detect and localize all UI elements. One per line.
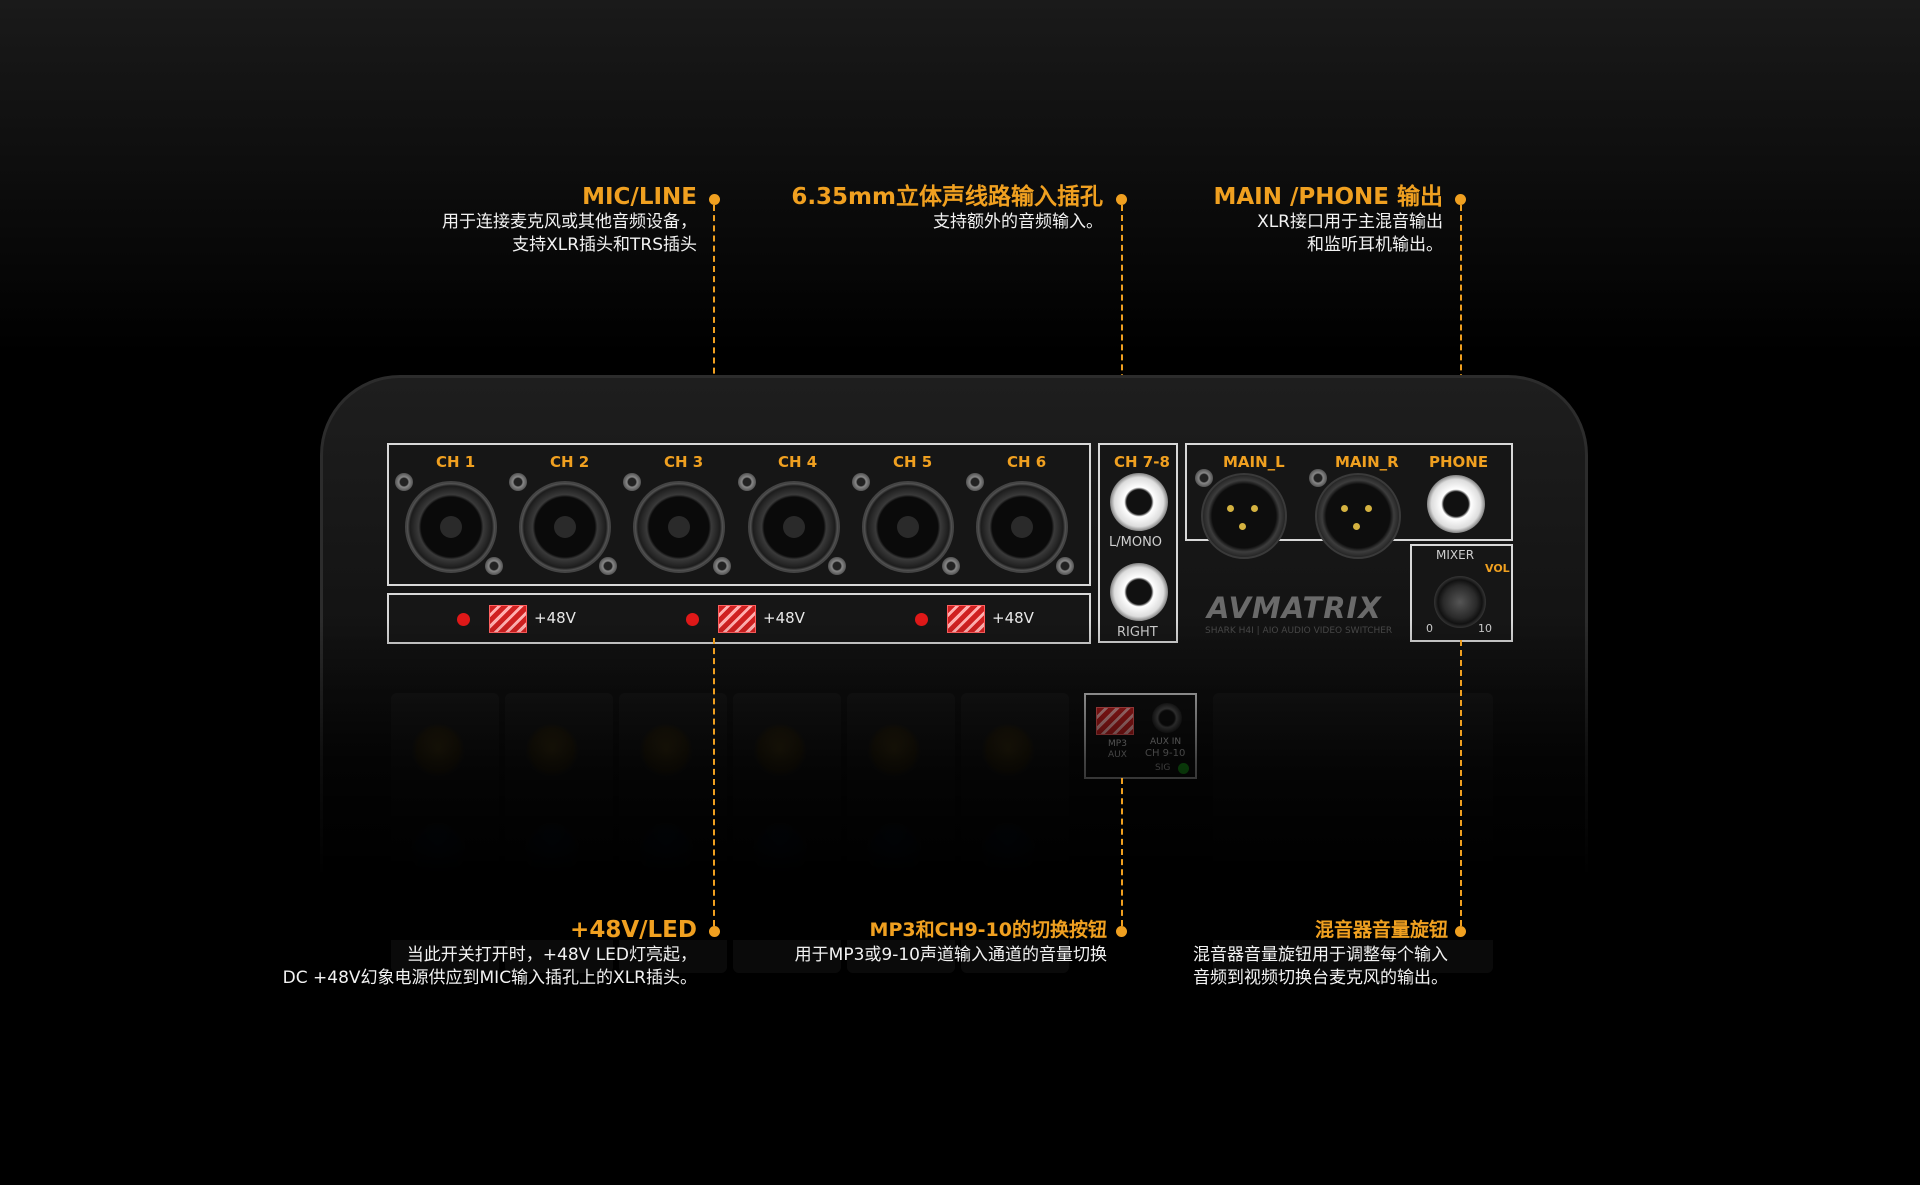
phantom-led bbox=[457, 613, 470, 626]
stereo-channel-label: CH 7-8 bbox=[1114, 453, 1170, 471]
channel-label: CH 3 bbox=[664, 453, 704, 471]
channel-label: CH 2 bbox=[550, 453, 590, 471]
left-mono-label: L/MONO bbox=[1109, 535, 1163, 550]
main-r-xlr-jack[interactable] bbox=[1315, 473, 1401, 559]
callout-dot bbox=[709, 194, 720, 205]
combo-input-jack[interactable] bbox=[519, 481, 611, 573]
aux-switch-panel: MP3 AUX AUX IN CH 9-10 SIG bbox=[1084, 693, 1197, 779]
mixer-label: MIXER bbox=[1436, 548, 1475, 562]
callout-title: MAIN /PHONE 输出 bbox=[1213, 184, 1443, 210]
vol-label: VOL bbox=[1485, 562, 1510, 575]
leader-line bbox=[713, 638, 715, 926]
phantom-label: +48V bbox=[534, 609, 576, 627]
callout-dot bbox=[709, 926, 720, 937]
main-r-label: MAIN_R bbox=[1335, 453, 1399, 471]
max-label: 10 bbox=[1478, 622, 1492, 635]
callout-desc: 用于MP3或9-10声道输入通道的音量切换 bbox=[794, 945, 1107, 965]
min-label: 0 bbox=[1426, 622, 1433, 635]
callout-stereo-input: 6.35mm立体声线路输入插孔 支持额外的音频输入。 bbox=[791, 183, 1103, 234]
leader-line bbox=[1121, 778, 1123, 926]
callout-desc: 当此开关打开时，+48V LED灯亮起， bbox=[406, 945, 697, 965]
callout-desc: 混音器音量旋钮用于调整每个输入 bbox=[1193, 945, 1448, 965]
callout-dot bbox=[1116, 926, 1127, 937]
main-l-xlr-jack[interactable] bbox=[1201, 473, 1287, 559]
phone-jack[interactable] bbox=[1427, 475, 1485, 533]
channel-label: CH 6 bbox=[1007, 453, 1047, 471]
callout-desc: 支持XLR插头和TRS插头 bbox=[512, 235, 697, 255]
screw-icon bbox=[942, 557, 960, 575]
screw-icon bbox=[509, 473, 527, 491]
callout-main-phone: MAIN /PHONE 输出 XLR接口用于主混音输出 和监听耳机输出。 bbox=[1213, 183, 1443, 257]
callout-dot bbox=[1455, 194, 1466, 205]
combo-input-jack[interactable] bbox=[633, 481, 725, 573]
phantom-led bbox=[915, 613, 928, 626]
phantom-power-panel: +48V +48V +48V bbox=[387, 593, 1091, 644]
mp3-aux-switch[interactable] bbox=[1096, 707, 1134, 735]
mixer-volume-knob[interactable] bbox=[1434, 576, 1486, 628]
callout-desc: XLR接口用于主混音输出 bbox=[1257, 212, 1443, 232]
right-label: RIGHT bbox=[1117, 625, 1158, 640]
callout-mic-line: MIC/LINE 用于连接麦克风或其他音频设备， 支持XLR插头和TRS插头 bbox=[442, 183, 697, 257]
mixer-device: CH 1 CH 2 CH 3 CH 4 CH 5 CH 6 +48V +48V bbox=[320, 375, 1588, 973]
screw-icon bbox=[738, 473, 756, 491]
combo-input-jack[interactable] bbox=[976, 481, 1068, 573]
output-panel: MAIN_L MAIN_R PHONE bbox=[1185, 443, 1513, 559]
combo-input-jack[interactable] bbox=[405, 481, 497, 573]
stereo-right-jack[interactable] bbox=[1110, 563, 1168, 621]
screw-icon bbox=[599, 557, 617, 575]
aux-label: AUX bbox=[1108, 750, 1127, 760]
screw-icon bbox=[1309, 469, 1327, 487]
callout-title: MIC/LINE bbox=[582, 184, 697, 210]
screw-icon bbox=[485, 557, 503, 575]
screw-icon bbox=[395, 473, 413, 491]
callout-mixer-volume: 混音器音量旋钮 混音器音量旋钮用于调整每个输入 音频到视频切换台麦克风的输出。 bbox=[1193, 916, 1448, 990]
phantom-switch[interactable] bbox=[718, 605, 756, 633]
mp3-label: MP3 bbox=[1108, 739, 1127, 749]
channel-label: CH 4 bbox=[778, 453, 818, 471]
callout-desc: 音频到视频切换台麦克风的输出。 bbox=[1193, 968, 1448, 988]
callout-title: 混音器音量旋钮 bbox=[1314, 919, 1448, 941]
callout-dot bbox=[1116, 194, 1127, 205]
screw-icon bbox=[852, 473, 870, 491]
phone-label: PHONE bbox=[1429, 453, 1489, 471]
callout-desc: 支持额外的音频输入。 bbox=[933, 212, 1103, 232]
channel-label: CH 1 bbox=[436, 453, 476, 471]
callout-desc: DC +48V幻象电源供应到MIC输入插孔上的XLR插头。 bbox=[282, 968, 697, 988]
model-label: SHARK H4I | AIO AUDIO VIDEO SWITCHER bbox=[1205, 626, 1393, 636]
phantom-label: +48V bbox=[992, 609, 1034, 627]
screw-icon bbox=[1056, 557, 1074, 575]
combo-input-jack[interactable] bbox=[748, 481, 840, 573]
sig-led bbox=[1178, 763, 1189, 774]
callout-title: +48V/LED bbox=[570, 917, 697, 943]
callout-phantom: +48V/LED 当此开关打开时，+48V LED灯亮起， DC +48V幻象电… bbox=[283, 916, 697, 990]
phantom-label: +48V bbox=[763, 609, 805, 627]
screw-icon bbox=[623, 473, 641, 491]
mic-input-panel: CH 1 CH 2 CH 3 CH 4 CH 5 CH 6 bbox=[387, 443, 1091, 586]
ch9-10-label: CH 9-10 bbox=[1145, 748, 1186, 759]
sig-label: SIG bbox=[1155, 763, 1171, 773]
brand-logo: AVMATRIX bbox=[1207, 591, 1382, 625]
screw-icon bbox=[713, 557, 731, 575]
callout-desc: 用于连接麦克风或其他音频设备， bbox=[442, 212, 697, 232]
stereo-input-panel: CH 7-8 L/MONO RIGHT bbox=[1098, 443, 1178, 643]
screw-icon bbox=[828, 557, 846, 575]
mixer-volume-panel: MIXER VOL 0 10 bbox=[1410, 544, 1513, 642]
callout-mp3-switch: MP3和CH9-10的切换按钮 用于MP3或9-10声道输入通道的音量切换 bbox=[795, 916, 1107, 967]
main-l-label: MAIN_L bbox=[1223, 453, 1285, 471]
phantom-switch[interactable] bbox=[947, 605, 985, 633]
callout-title: 6.35mm立体声线路输入插孔 bbox=[791, 184, 1103, 210]
leader-line bbox=[1460, 640, 1462, 926]
callout-dot bbox=[1455, 926, 1466, 937]
channel-label: CH 5 bbox=[893, 453, 933, 471]
aux-in-label: AUX IN bbox=[1150, 737, 1182, 747]
stereo-left-jack[interactable] bbox=[1110, 473, 1168, 531]
callout-title: MP3和CH9-10的切换按钮 bbox=[869, 919, 1107, 941]
phantom-led bbox=[686, 613, 699, 626]
aux-in-jack[interactable] bbox=[1152, 703, 1182, 733]
phantom-switch[interactable] bbox=[489, 605, 527, 633]
screw-icon bbox=[1195, 469, 1213, 487]
screw-icon bbox=[966, 473, 984, 491]
combo-input-jack[interactable] bbox=[862, 481, 954, 573]
callout-desc: 和监听耳机输出。 bbox=[1307, 235, 1443, 255]
